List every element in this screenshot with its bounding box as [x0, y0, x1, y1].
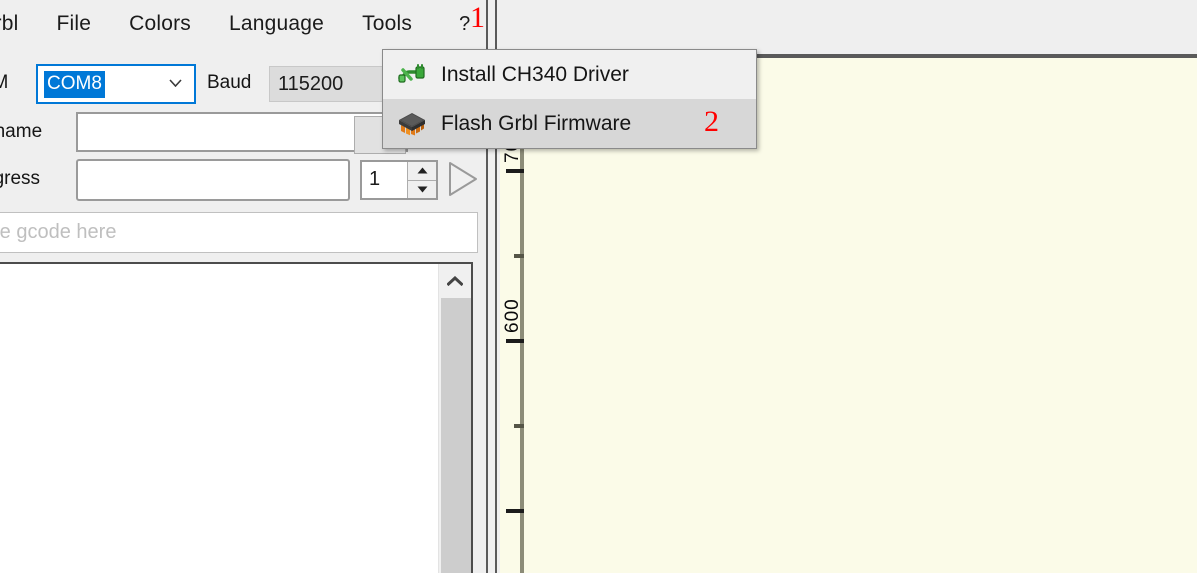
progress-row: Progress 1 — [0, 158, 486, 204]
com-port-selected-value: COM8 — [44, 71, 105, 98]
menu-item-help[interactable]: ? — [459, 7, 470, 41]
scroll-up-icon[interactable] — [439, 264, 471, 298]
menu-item-label: Install CH340 Driver — [441, 62, 629, 86]
chevron-down-icon[interactable] — [169, 79, 182, 87]
stepper-up-icon[interactable] — [408, 162, 436, 180]
progress-label: Progress — [0, 168, 41, 189]
chip-icon — [383, 111, 441, 137]
gcode-placeholder: type gcode here — [0, 221, 117, 243]
baud-value: 115200 — [278, 73, 344, 95]
ruler-tick-minor — [514, 424, 524, 428]
menu-bar: Grbl File Colors Language Tools ? — [0, 0, 486, 47]
menu-item-colors[interactable]: Colors — [129, 7, 191, 41]
repeat-count-stepper[interactable]: 1 — [360, 160, 438, 200]
console-log-panel[interactable] — [0, 262, 473, 573]
stepper-down-icon[interactable] — [408, 179, 436, 199]
console-scrollbar[interactable] — [438, 264, 471, 573]
play-icon — [447, 161, 479, 202]
gcode-input[interactable]: type gcode here — [0, 212, 478, 253]
progress-bar — [76, 159, 350, 201]
ruler-tick-major — [506, 509, 524, 513]
scrollbar-thumb[interactable] — [441, 298, 471, 573]
menu-item-install-ch340-driver[interactable]: Install CH340 Driver — [383, 50, 756, 99]
ruler-tick-major — [506, 169, 524, 173]
filename-label: Filename — [0, 121, 43, 142]
ruler-tick-minor — [514, 254, 524, 258]
com-port-select[interactable]: COM8 — [36, 64, 196, 104]
baud-label: Baud — [207, 72, 252, 93]
ruler-label-600: 600 — [502, 298, 523, 333]
menu-item-grbl[interactable]: Grbl — [0, 7, 18, 41]
stepper-buttons — [407, 162, 436, 198]
repeat-count-value[interactable]: 1 — [362, 162, 407, 198]
canvas-top-chrome — [500, 0, 1197, 54]
com-port-label: COM — [0, 72, 9, 93]
usb-connector-icon — [383, 63, 441, 87]
menu-item-tools[interactable]: Tools — [362, 6, 413, 41]
run-button[interactable] — [444, 161, 482, 202]
menu-item-language[interactable]: Language — [229, 7, 324, 41]
tools-dropdown-menu[interactable]: Install CH340 Driver Flash Grbl Firmware — [382, 49, 757, 149]
ruler-tick-major — [506, 339, 524, 343]
menu-item-file[interactable]: File — [56, 7, 91, 41]
menu-item-label: Flash Grbl Firmware — [441, 111, 632, 135]
menu-item-flash-grbl-firmware[interactable]: Flash Grbl Firmware — [383, 99, 756, 148]
